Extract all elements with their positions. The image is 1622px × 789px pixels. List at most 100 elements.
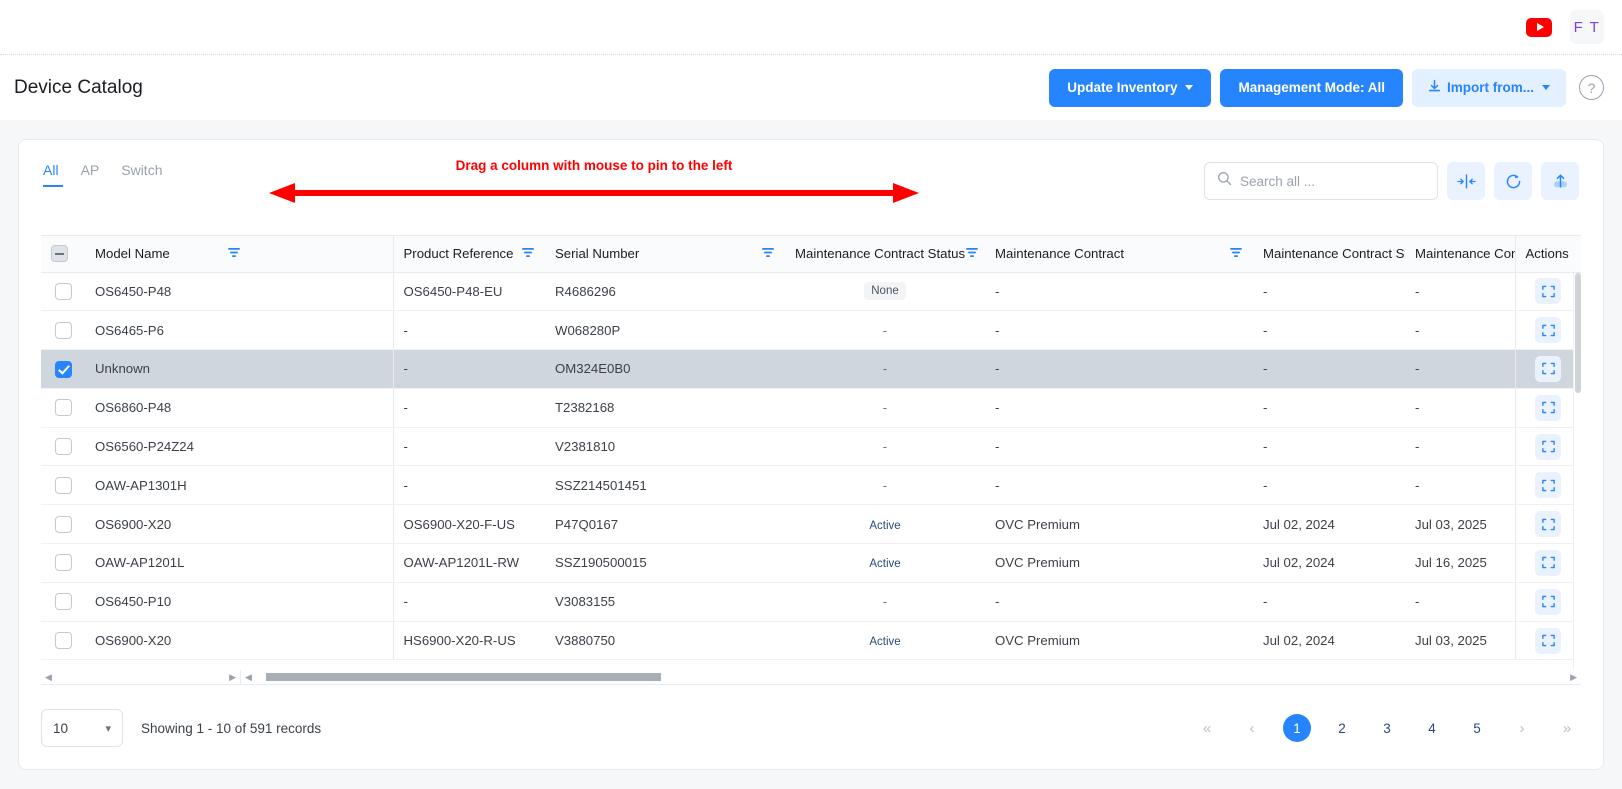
row-checkbox[interactable]	[55, 438, 72, 455]
table-row[interactable]: OS6560-P24Z24-V2381810----	[41, 427, 1581, 466]
header-serial-number[interactable]: Serial Number	[545, 236, 785, 272]
pagination-page-5[interactable]: 5	[1463, 714, 1491, 742]
expand-row-icon[interactable]	[1535, 550, 1561, 576]
row-select-cell[interactable]	[41, 621, 85, 660]
header-model-name[interactable]: Model Name	[85, 236, 217, 272]
tab-ap[interactable]: AP	[81, 162, 100, 187]
cell-actions[interactable]	[1515, 466, 1581, 505]
cell-actions[interactable]	[1515, 544, 1581, 583]
table-row[interactable]: OS6450-P48OS6450-P48-EUR4686296None---	[41, 272, 1581, 311]
scroll-left-icon[interactable]: ◀	[41, 672, 56, 683]
row-select-cell[interactable]	[41, 427, 85, 466]
cell-actions[interactable]	[1515, 582, 1581, 621]
hscroll-main-segment[interactable]: ◀ ▶	[241, 670, 1581, 684]
horizontal-scroll-thumb[interactable]	[266, 673, 661, 681]
vertical-scrollbar[interactable]	[1573, 273, 1581, 670]
table-row[interactable]: OS6860-P48-T2382168----	[41, 388, 1581, 427]
search-box[interactable]	[1204, 162, 1438, 200]
header-product-reference[interactable]: Product Reference	[393, 236, 545, 272]
management-mode-button[interactable]: Management Mode: All	[1220, 69, 1403, 107]
table-row[interactable]: OAW-AP1301H-SSZ214501451----	[41, 466, 1581, 505]
row-select-cell[interactable]	[41, 350, 85, 389]
table-row[interactable]: OS6900-X20HS6900-X20-R-USV3880750ActiveO…	[41, 621, 1581, 660]
table-row[interactable]: OS6900-X20OS6900-X20-F-USP47Q0167ActiveO…	[41, 505, 1581, 544]
cell-actions[interactable]	[1515, 350, 1581, 389]
hscroll-main-track[interactable]	[256, 673, 1566, 681]
pagination-first[interactable]: «	[1193, 714, 1221, 742]
pagination-page-2[interactable]: 2	[1328, 714, 1356, 742]
expand-row-icon[interactable]	[1535, 278, 1561, 304]
header-maintenance-contract-start-date[interactable]: Maintenance Contract Start Date	[1253, 236, 1405, 272]
row-checkbox[interactable]	[55, 593, 72, 610]
row-checkbox[interactable]	[55, 632, 72, 649]
cell-actions[interactable]	[1515, 311, 1581, 350]
row-select-cell[interactable]	[41, 505, 85, 544]
cell-actions[interactable]	[1515, 272, 1581, 311]
pagination-last[interactable]: »	[1553, 714, 1581, 742]
scroll-right-icon[interactable]: ▶	[225, 672, 240, 683]
row-checkbox[interactable]	[55, 361, 72, 378]
pagination-prev[interactable]: ‹	[1238, 714, 1266, 742]
table-row[interactable]: OS6465-P6-W068280P----	[41, 311, 1581, 350]
hscroll-pinned-track[interactable]	[56, 673, 225, 681]
row-select-cell[interactable]	[41, 582, 85, 621]
filter-icon[interactable]	[761, 246, 775, 262]
vertical-scroll-thumb[interactable]	[1575, 273, 1581, 393]
pagination-page-1[interactable]: 1	[1283, 714, 1311, 742]
header-maintenance-contract-end-date[interactable]: Maintenance Contr	[1405, 236, 1515, 272]
expand-row-icon[interactable]	[1535, 628, 1561, 654]
row-checkbox[interactable]	[55, 322, 72, 339]
header-maintenance-contract[interactable]: Maintenance Contract	[985, 236, 1253, 272]
expand-row-icon[interactable]	[1535, 511, 1561, 537]
row-checkbox[interactable]	[55, 554, 72, 571]
cell-actions[interactable]	[1515, 505, 1581, 544]
header-model-name-filter-cell[interactable]	[217, 236, 393, 272]
row-checkbox[interactable]	[55, 516, 72, 533]
horizontal-scrollbar[interactable]: ◀ ▶ ◀ ▶	[41, 670, 1581, 684]
tab-switch[interactable]: Switch	[121, 162, 162, 187]
export-icon[interactable]	[1541, 162, 1579, 200]
filter-icon[interactable]	[227, 247, 241, 262]
filter-icon[interactable]	[1229, 246, 1243, 262]
row-select-cell[interactable]	[41, 272, 85, 311]
expand-row-icon[interactable]	[1535, 434, 1561, 460]
table-row[interactable]: OAW-AP1201LOAW-AP1201L-RWSSZ190500015Act…	[41, 544, 1581, 583]
pagination-page-3[interactable]: 3	[1373, 714, 1401, 742]
youtube-icon[interactable]	[1526, 18, 1552, 37]
row-select-cell[interactable]	[41, 466, 85, 505]
help-icon[interactable]: ?	[1579, 75, 1604, 100]
row-checkbox[interactable]	[55, 283, 72, 300]
fit-columns-icon[interactable]	[1447, 162, 1485, 200]
scroll-right-icon[interactable]: ▶	[1566, 672, 1581, 683]
refresh-icon[interactable]	[1494, 162, 1532, 200]
row-select-cell[interactable]	[41, 388, 85, 427]
pagination-next[interactable]: ›	[1508, 714, 1536, 742]
cell-actions[interactable]	[1515, 388, 1581, 427]
filter-icon[interactable]	[521, 246, 535, 262]
pagination-page-4[interactable]: 4	[1418, 714, 1446, 742]
row-select-cell[interactable]	[41, 311, 85, 350]
row-checkbox[interactable]	[55, 477, 72, 494]
tab-all[interactable]: All	[43, 162, 59, 187]
cell-actions[interactable]	[1515, 621, 1581, 660]
expand-row-icon[interactable]	[1535, 356, 1561, 382]
import-from-button[interactable]: Import from...	[1412, 69, 1566, 107]
expand-row-icon[interactable]	[1535, 395, 1561, 421]
expand-row-icon[interactable]	[1535, 472, 1561, 498]
expand-row-icon[interactable]	[1535, 589, 1561, 615]
cell-actions[interactable]	[1515, 427, 1581, 466]
expand-row-icon[interactable]	[1535, 317, 1561, 343]
row-select-cell[interactable]	[41, 544, 85, 583]
header-maintenance-contract-status[interactable]: Maintenance Contract Status	[785, 236, 985, 272]
page-size-select[interactable]: 10 ▾	[41, 709, 123, 747]
select-all-checkbox[interactable]	[51, 245, 68, 262]
row-checkbox[interactable]	[55, 399, 72, 416]
header-select-all[interactable]	[41, 236, 85, 272]
search-input[interactable]	[1240, 174, 1425, 189]
table-row[interactable]: OS6450-P10-V3083155----	[41, 582, 1581, 621]
table-row[interactable]: Unknown-OM324E0B0----	[41, 350, 1581, 389]
filter-icon[interactable]	[965, 246, 979, 262]
update-inventory-button[interactable]: Update Inventory	[1049, 69, 1211, 107]
scroll-left-icon[interactable]: ◀	[241, 672, 256, 683]
avatar[interactable]: F T	[1570, 10, 1604, 44]
